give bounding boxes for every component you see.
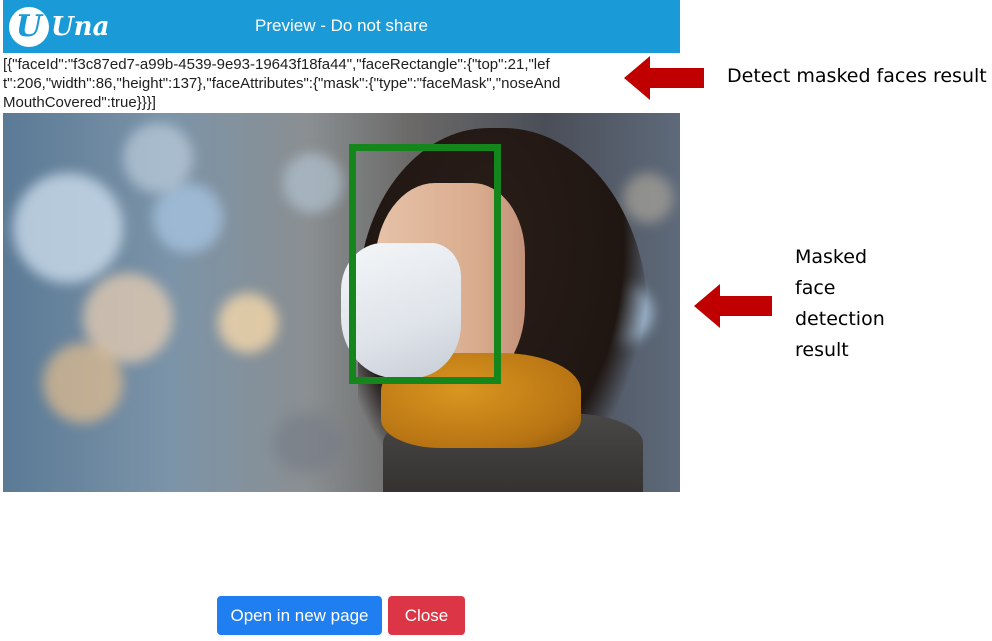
- page-title: Preview - Do not share: [255, 16, 428, 35]
- bokeh-light: [623, 173, 673, 223]
- face-detection-box: [349, 144, 501, 384]
- annotation-line: result: [795, 339, 849, 361]
- arrow-left-icon: [624, 56, 704, 100]
- bokeh-light: [43, 343, 123, 423]
- masked-face-photo: [3, 113, 680, 492]
- bokeh-light: [218, 293, 278, 353]
- open-in-new-page-button[interactable]: Open in new page: [217, 596, 382, 635]
- detect-result-annotation: Detect masked faces result: [727, 65, 987, 87]
- annotation-line: face: [795, 277, 836, 299]
- detection-result-json: [{"faceId":"f3c87ed7-a99b-4539-9e93-1964…: [3, 56, 561, 111]
- close-button[interactable]: Close: [388, 596, 465, 635]
- bokeh-light: [273, 413, 343, 473]
- annotation-line: Masked: [795, 246, 868, 268]
- annotation-line: detection: [795, 308, 885, 330]
- bokeh-light: [283, 153, 343, 213]
- bokeh-light: [153, 183, 223, 253]
- preview-header: U Una Preview - Do not share: [3, 0, 680, 53]
- arrow-left-icon: [694, 284, 772, 328]
- bokeh-light: [123, 123, 193, 193]
- masked-face-annotation: Masked face detection result: [795, 242, 935, 366]
- bokeh-light: [13, 173, 123, 283]
